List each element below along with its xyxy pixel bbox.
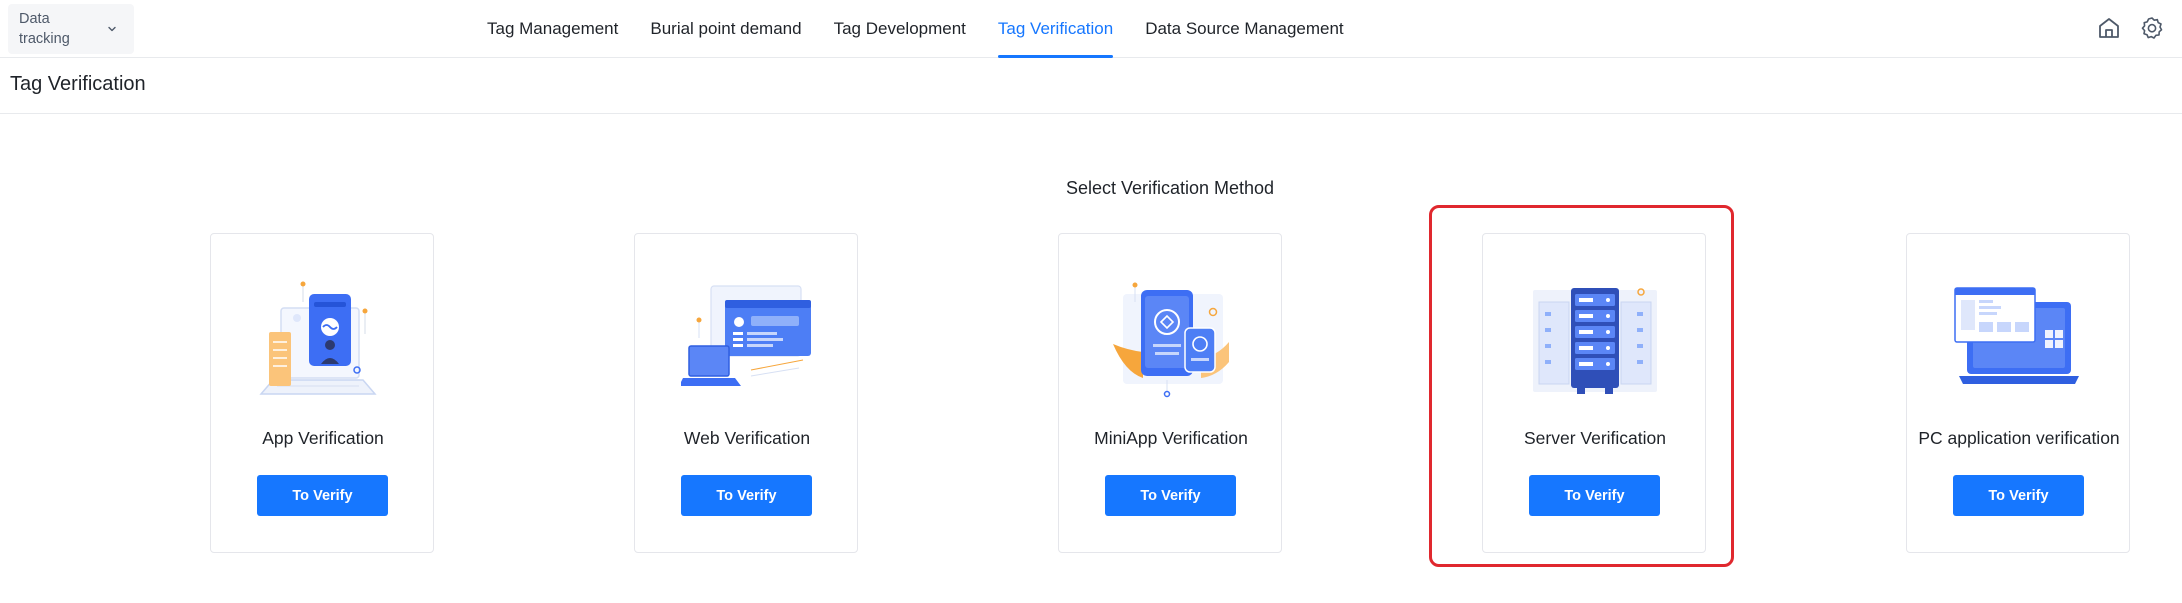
web-illustration-icon	[681, 285, 811, 386]
card-web-verification: Web Verification To Verify	[634, 233, 858, 553]
project-selector-label: Data tracking	[19, 11, 70, 47]
home-icon[interactable]	[2096, 15, 2122, 41]
pc-illustration-icon	[1954, 287, 2079, 384]
miniapp-illustration-icon	[1113, 282, 1229, 398]
nav-tag-development[interactable]: Tag Development	[834, 0, 966, 58]
web-verify-button[interactable]: To Verify	[681, 475, 812, 516]
nav-tag-verification[interactable]: Tag Verification	[997, 0, 1114, 58]
card-app-verification: App Verification To Verify	[210, 233, 434, 553]
card-server-verification: Server Verification To Verify	[1482, 233, 1706, 553]
gear-icon[interactable]	[2139, 15, 2165, 41]
app-illustration-icon	[259, 281, 377, 395]
card-miniapp-verification: MiniApp Verification To Verify	[1058, 233, 1282, 553]
nav-tag-management[interactable]: Tag Management	[487, 0, 618, 58]
main-nav: Tag Management Burial point demand Tag D…	[487, 0, 1376, 58]
server-illustration-icon	[1533, 288, 1657, 394]
card-title: PC application verification	[1918, 428, 2120, 448]
card-title: Web Verification	[683, 428, 811, 448]
page-title: Tag Verification	[10, 73, 146, 95]
page-header: Tag Verification	[0, 58, 2182, 114]
top-navigation-bar: Data tracking Tag Management Burial poin…	[0, 0, 2182, 58]
miniapp-verify-button[interactable]: To Verify	[1105, 475, 1236, 516]
project-selector[interactable]: Data tracking	[8, 4, 134, 54]
pc-verify-button[interactable]: To Verify	[1953, 475, 2084, 516]
card-title: MiniApp Verification	[1094, 428, 1248, 448]
chevron-down-icon	[108, 26, 116, 32]
card-title: Server Verification	[1523, 428, 1666, 448]
server-verify-button[interactable]: To Verify	[1529, 475, 1660, 516]
nav-data-source-management[interactable]: Data Source Management	[1145, 0, 1343, 58]
card-title: App Verification	[262, 428, 384, 448]
app-verify-button[interactable]: To Verify	[257, 475, 388, 516]
card-pc-application-verification: PC application verification To Verify	[1906, 233, 2130, 553]
nav-burial-point-demand[interactable]: Burial point demand	[650, 0, 801, 58]
section-title: Select Verification Method	[1065, 178, 1275, 198]
